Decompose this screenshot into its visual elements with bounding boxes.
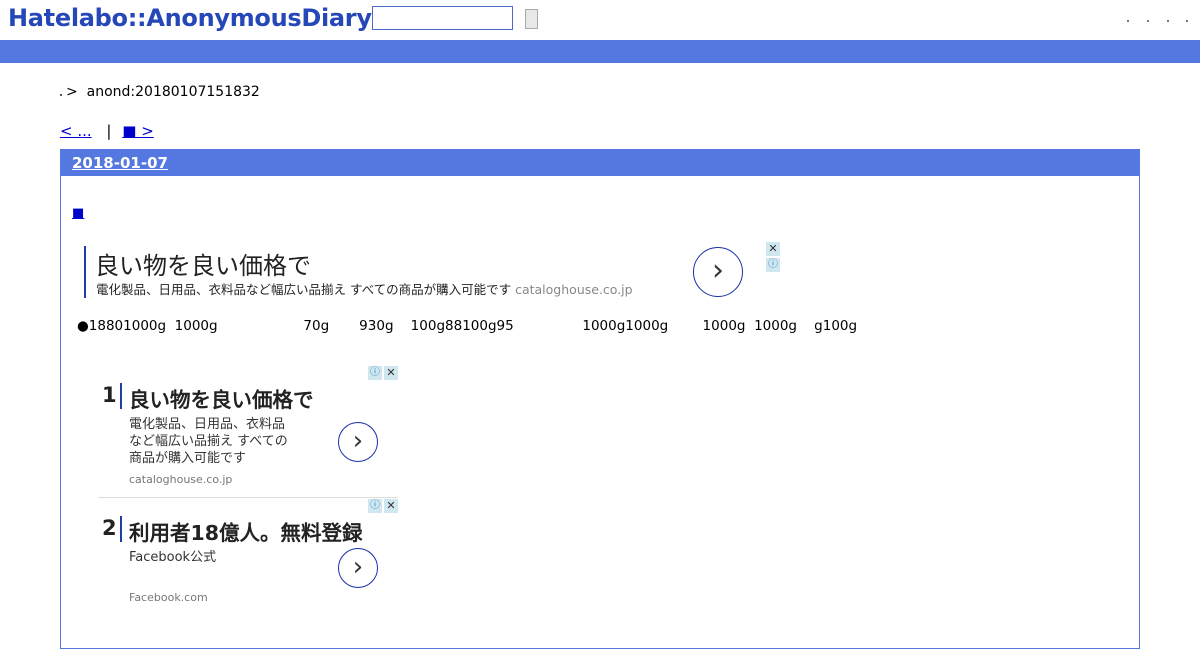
breadcrumb-separator: >: [66, 84, 78, 100]
pager: < ... | ■ >: [60, 122, 154, 140]
search-button[interactable]: [525, 9, 538, 29]
chevron-right-icon: ›: [352, 425, 364, 456]
ad-banner-title[interactable]: 良い物を良い価格で: [95, 246, 311, 281]
ad1-close-icon[interactable]: ✕: [384, 366, 398, 380]
ad2-arrow-button[interactable]: ›: [338, 548, 378, 588]
diary-body-text: ●18801000g 1000g 70g 930g 100g88100g95 1…: [77, 318, 858, 334]
ad1-desc-line: 商品が購入可能です: [129, 451, 247, 466]
ad1-accent: [120, 383, 122, 409]
site-logo[interactable]: Hatelabo::AnonymousDiary: [8, 4, 372, 32]
ad1-domain: cataloghouse.co.jp: [129, 473, 233, 486]
search-input[interactable]: [372, 6, 513, 30]
header-link-3[interactable]: [1167, 20, 1169, 22]
ad2-accent: [120, 516, 122, 542]
section-permalink[interactable]: ■: [72, 206, 84, 221]
pager-separator: |: [106, 122, 112, 140]
ad2-description[interactable]: Facebook公式: [129, 549, 216, 566]
prev-entry-link[interactable]: < ...: [60, 122, 92, 140]
ad2-desc-line: Facebook公式: [129, 550, 217, 565]
ad2-number: 2: [102, 516, 117, 540]
site-header: Hatelabo::AnonymousDiary: [0, 0, 1200, 40]
ad-banner-description-text: 電化製品、日用品、衣料品など幅広い品揃え すべての商品が購入可能です: [96, 282, 512, 297]
ad-banner-domain: cataloghouse.co.jp: [515, 282, 633, 297]
header-link-4[interactable]: [1186, 20, 1188, 22]
ad1-title[interactable]: 良い物を良い価格で: [129, 383, 314, 413]
ad2-info-icon[interactable]: ⓘ: [368, 499, 382, 513]
ad1-description[interactable]: 電化製品、日用品、衣料品 など幅広い品揃え すべての 商品が購入可能です: [129, 416, 288, 467]
ad1-number: 1: [102, 383, 117, 407]
header-link-2[interactable]: [1147, 20, 1149, 22]
ad2-title[interactable]: 利用者18億人。無料登録: [129, 516, 363, 546]
chevron-right-icon: ›: [352, 551, 364, 582]
day-date-link[interactable]: 2018-01-07: [72, 154, 168, 172]
next-entry-link[interactable]: ■ >: [122, 122, 154, 140]
ad-banner-arrow-button[interactable]: ›: [693, 247, 743, 297]
header-link-1[interactable]: [1127, 20, 1129, 22]
breadcrumb-current: anond:20180107151832: [86, 84, 260, 100]
breadcrumb: > anond:20180107151832: [60, 84, 260, 100]
ad-banner-accent: [84, 246, 86, 298]
ad-divider: [98, 497, 398, 498]
nav-bar: [0, 40, 1200, 63]
ad1-desc-line: など幅広い品揃え すべての: [129, 434, 288, 449]
ad2-domain: Facebook.com: [129, 591, 208, 604]
ad1-info-icon[interactable]: ⓘ: [368, 366, 382, 380]
ad-banner-description[interactable]: 電化製品、日用品、衣料品など幅広い品揃え すべての商品が購入可能です catal…: [96, 279, 633, 298]
ad-info-icon[interactable]: ⓘ: [766, 258, 780, 272]
breadcrumb-home-link[interactable]: [60, 94, 62, 96]
ad-close-icon[interactable]: ✕: [766, 242, 780, 256]
ad1-desc-line: 電化製品、日用品、衣料品: [129, 417, 286, 432]
chevron-right-icon: ›: [712, 253, 724, 289]
day-header: 2018-01-07: [61, 150, 1139, 176]
ad1-arrow-button[interactable]: ›: [338, 422, 378, 462]
ad2-close-icon[interactable]: ✕: [384, 499, 398, 513]
